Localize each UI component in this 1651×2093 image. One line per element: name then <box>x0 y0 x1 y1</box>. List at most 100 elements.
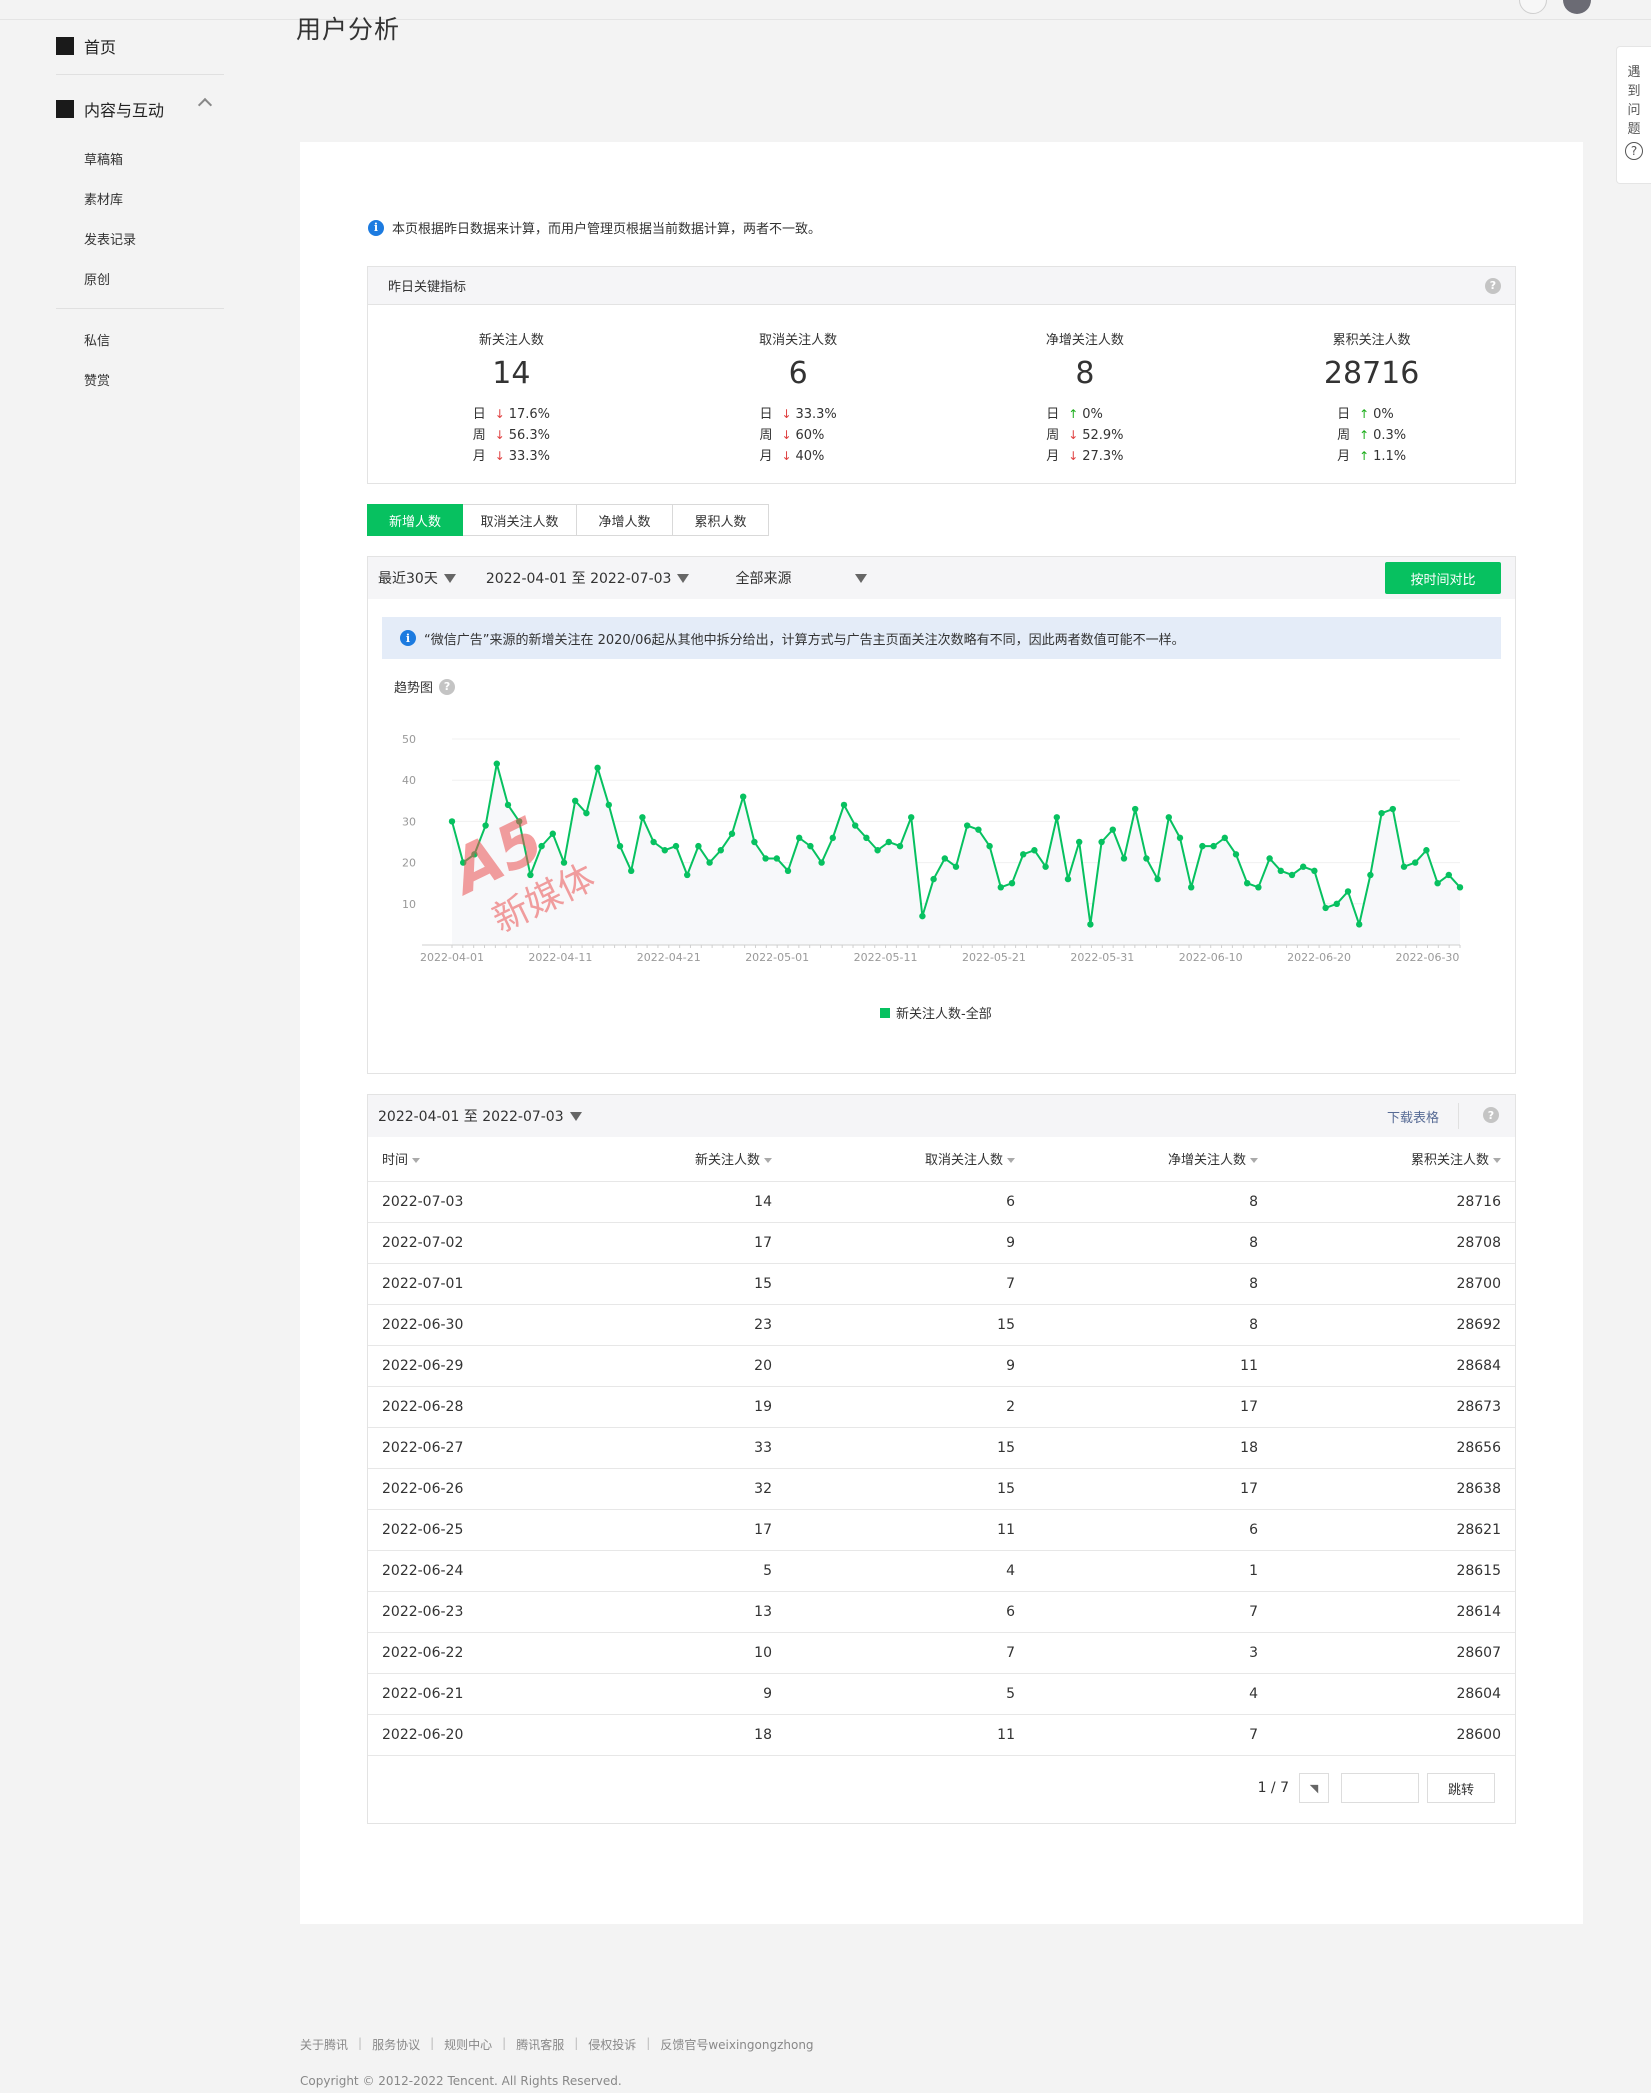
data-point[interactable] <box>684 871 691 879</box>
data-point[interactable] <box>504 801 512 809</box>
data-point[interactable] <box>784 867 792 875</box>
data-point[interactable] <box>1333 900 1340 907</box>
data-point[interactable] <box>874 847 881 854</box>
data-point[interactable] <box>1087 921 1094 928</box>
data-point[interactable] <box>1076 838 1083 846</box>
footer-link[interactable]: 服务协议 <box>372 2036 420 2053</box>
data-point[interactable] <box>863 834 870 842</box>
page-jump-input[interactable] <box>1341 1773 1419 1803</box>
sidebar-item-drafts[interactable]: 草稿箱 <box>84 149 123 168</box>
data-point[interactable] <box>1367 871 1374 879</box>
data-point[interactable] <box>997 884 1004 891</box>
download-table-link[interactable]: 下载表格 <box>1387 1107 1439 1126</box>
range-select[interactable]: 最近30天 <box>378 568 456 588</box>
data-point[interactable] <box>885 838 892 846</box>
data-point[interactable] <box>975 826 982 833</box>
data-point[interactable] <box>639 814 646 821</box>
data-point[interactable] <box>896 842 904 850</box>
data-point[interactable] <box>717 847 724 854</box>
data-point[interactable] <box>1244 880 1251 887</box>
data-point[interactable] <box>695 842 702 850</box>
column-header[interactable]: 累积关注人数 <box>1258 1137 1515 1182</box>
data-point[interactable] <box>1311 867 1318 875</box>
data-point[interactable] <box>594 764 601 772</box>
data-point[interactable] <box>482 822 489 829</box>
data-point[interactable] <box>1322 904 1329 912</box>
sidebar-item-original[interactable]: 原创 <box>84 269 110 288</box>
date-range-picker[interactable]: 2022-04-01 至 2022-07-03 <box>486 568 690 588</box>
data-point[interactable] <box>1423 847 1430 854</box>
source-select[interactable]: 全部来源 <box>735 568 868 588</box>
data-point[interactable] <box>986 842 993 850</box>
chevron-up-icon[interactable] <box>197 97 213 113</box>
data-point[interactable] <box>1255 884 1262 891</box>
data-point[interactable] <box>1288 871 1296 879</box>
chart-legend[interactable]: 新关注人数-全部 <box>880 1003 992 1022</box>
data-point[interactable] <box>1266 855 1273 862</box>
data-point[interactable] <box>448 818 456 825</box>
data-point[interactable] <box>527 871 534 879</box>
data-point[interactable] <box>964 822 971 829</box>
data-point[interactable] <box>829 834 836 842</box>
data-point[interactable] <box>1412 859 1419 866</box>
data-point[interactable] <box>762 855 769 862</box>
data-point[interactable] <box>572 797 579 804</box>
data-point[interactable] <box>1098 838 1105 846</box>
data-point[interactable] <box>941 855 948 862</box>
data-point[interactable] <box>1356 921 1363 928</box>
data-point[interactable] <box>1210 842 1217 850</box>
data-point[interactable] <box>919 912 926 920</box>
next-page-button[interactable]: ◥ <box>1299 1773 1329 1803</box>
footer-link[interactable]: 规则中心 <box>444 2036 492 2053</box>
data-point[interactable] <box>1232 851 1240 858</box>
help-icon[interactable]: ? <box>1485 277 1501 294</box>
data-point[interactable] <box>493 760 500 767</box>
data-point[interactable] <box>1300 863 1307 870</box>
data-point[interactable] <box>1456 884 1464 891</box>
data-point[interactable] <box>1378 809 1385 817</box>
data-point[interactable] <box>661 847 668 854</box>
footer-link[interactable]: 腾讯客服 <box>516 2036 564 2053</box>
data-point[interactable] <box>549 830 556 837</box>
data-point[interactable] <box>796 834 803 842</box>
data-point[interactable] <box>1020 851 1027 858</box>
sidebar-item-home[interactable]: 首页 <box>56 34 116 58</box>
data-point[interactable] <box>1344 888 1352 895</box>
sidebar-item-messages[interactable]: 私信 <box>84 330 110 349</box>
compare-by-time-button[interactable]: 按时间对比 <box>1385 562 1501 594</box>
data-point[interactable] <box>818 859 825 866</box>
data-point[interactable] <box>583 809 590 817</box>
help-tab[interactable]: 遇 到 问 题 ? <box>1616 46 1651 184</box>
data-point[interactable] <box>807 842 814 850</box>
data-point[interactable] <box>930 875 937 883</box>
notification-icon[interactable] <box>1519 0 1547 14</box>
footer-link[interactable]: 反馈官号weixingongzhong <box>660 2036 813 2053</box>
column-header[interactable]: 新关注人数 <box>588 1137 772 1182</box>
data-point[interactable] <box>1008 880 1016 887</box>
help-icon[interactable]: ? <box>1483 1107 1499 1123</box>
data-point[interactable] <box>471 851 478 858</box>
data-point[interactable] <box>952 863 960 870</box>
sidebar-item-reward[interactable]: 赞赏 <box>84 370 110 389</box>
data-point[interactable] <box>516 818 523 825</box>
data-point[interactable] <box>628 867 635 875</box>
data-point[interactable] <box>1188 884 1195 891</box>
data-point[interactable] <box>1031 847 1038 854</box>
data-point[interactable] <box>1042 863 1049 870</box>
data-point[interactable] <box>852 822 859 829</box>
data-point[interactable] <box>1109 826 1116 833</box>
tab-metric[interactable]: 取消关注人数 <box>463 504 577 536</box>
data-point[interactable] <box>706 859 713 866</box>
footer-link[interactable]: 关于腾讯 <box>300 2036 348 2053</box>
data-point[interactable] <box>773 855 780 862</box>
data-point[interactable] <box>1165 814 1172 821</box>
column-header[interactable]: 净增关注人数 <box>1015 1137 1258 1182</box>
data-point[interactable] <box>1400 863 1408 870</box>
data-point[interactable] <box>1143 855 1150 862</box>
help-icon[interactable]: ? <box>439 678 456 695</box>
data-point[interactable] <box>1221 834 1228 842</box>
data-point[interactable] <box>538 842 545 850</box>
column-header[interactable]: 时间 <box>368 1137 588 1182</box>
tab-metric[interactable]: 累积人数 <box>673 504 769 536</box>
data-point[interactable] <box>1176 834 1184 842</box>
